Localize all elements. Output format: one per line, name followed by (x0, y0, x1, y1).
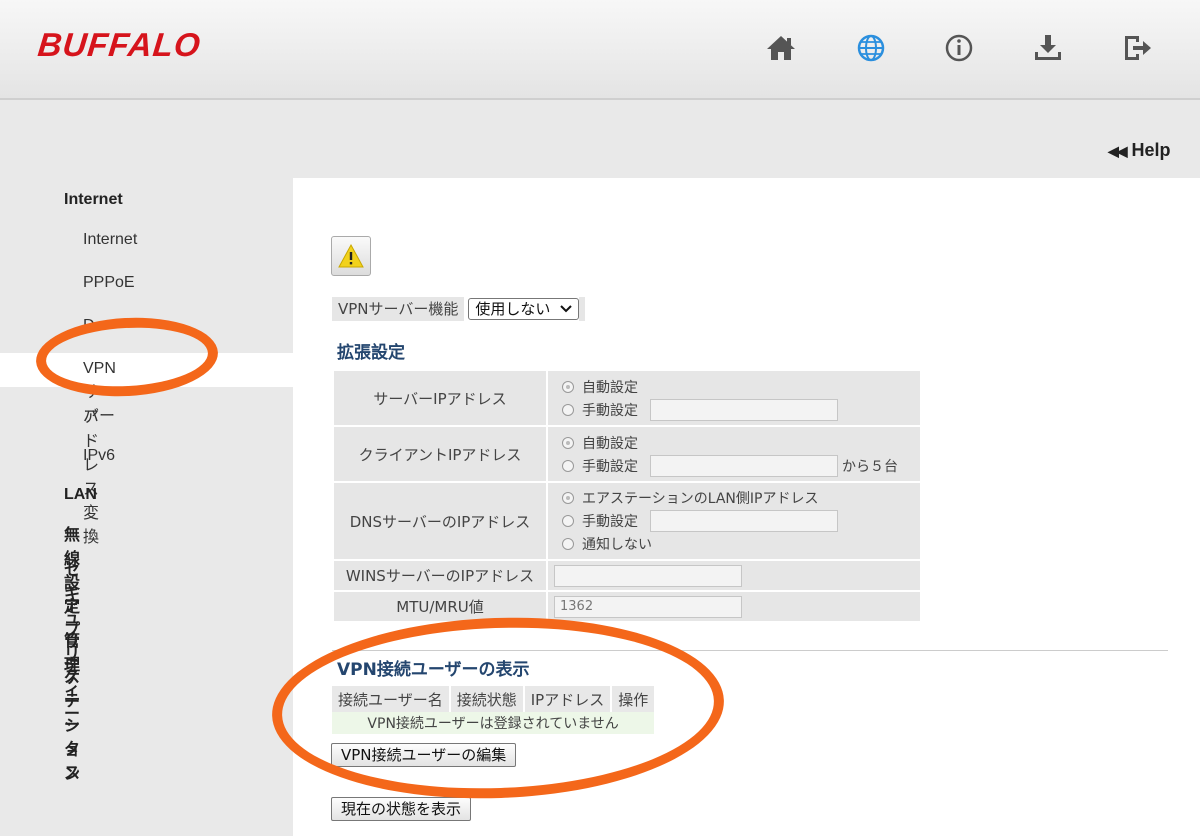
column-header-ip: IPアドレス (522, 686, 612, 712)
sidebar-category-status[interactable]: ステータス (64, 663, 80, 783)
client-ip-manual-label: 手動設定 (582, 458, 638, 475)
edit-vpn-users-button[interactable]: VPN接続ユーザーの編集 (331, 743, 517, 767)
dns-none-label: 通知しない (582, 537, 652, 553)
server-ip-input[interactable] (650, 398, 838, 421)
server-ip-label: サーバーIPアドレス (332, 369, 548, 427)
dns-server-options: エアステーションのLAN側IPアドレス 手動設定 通知しない (546, 481, 922, 561)
dns-manual-label: 手動設定 (582, 514, 638, 530)
vpn-function-pad (579, 297, 586, 321)
client-ip-label: クライアントIPアドレス (332, 425, 548, 483)
warning-button[interactable] (331, 236, 371, 276)
server-ip-auto-radio[interactable] (562, 380, 574, 393)
client-ip-auto-radio[interactable] (562, 436, 574, 449)
vpn-users-table: 接続ユーザー名 接続状態 IPアドレス 操作 VPN接続ユーザーは登録されていま… (332, 686, 655, 734)
sidebar-item-address-translation[interactable]: アドレス変換 (83, 403, 99, 547)
dns-manual-input[interactable] (650, 510, 838, 532)
vpn-users-title: VPN接続ユーザーの表示 (337, 660, 530, 680)
vpn-function-selected: 使用しない (475, 300, 551, 318)
wins-server-label: WINSサーバーのIPアドレス (332, 559, 548, 592)
dns-manual-radio[interactable] (562, 515, 574, 527)
double-left-arrow-icon: ◀◀ (1108, 143, 1127, 159)
mtu-mru-input[interactable]: 1362 (554, 595, 742, 618)
table-row: VPN接続ユーザーは登録されていません (332, 712, 655, 734)
warning-icon (338, 243, 364, 268)
client-ip-manual-radio[interactable] (562, 459, 574, 472)
sidebar-item-ipv6[interactable]: IPv6 (83, 447, 115, 465)
dns-server-label: DNSサーバーのIPアドレス (332, 481, 548, 561)
download-icon[interactable] (1030, 30, 1066, 66)
wins-server-input[interactable] (554, 564, 742, 587)
help-link[interactable]: ◀◀ Help (1108, 140, 1171, 161)
extended-settings-title: 拡張設定 (337, 343, 405, 363)
header: BUFFALO (0, 0, 1200, 100)
sidebar-item-pppoe[interactable]: PPPoE (83, 274, 135, 292)
client-ip-input[interactable] (650, 454, 838, 477)
server-ip-options: 自動設定 手動設定 (546, 369, 922, 427)
column-header-username: 接続ユーザー名 (332, 686, 450, 712)
dns-lan-ip-radio[interactable] (562, 492, 574, 504)
server-ip-manual-radio[interactable] (562, 403, 574, 416)
dns-none-radio[interactable] (562, 538, 574, 550)
table-header-row: 接続ユーザー名 接続状態 IPアドレス 操作 (332, 686, 655, 712)
wins-server-cell (546, 559, 922, 592)
vpn-function-label: VPNサーバー機能 (332, 297, 465, 321)
vpn-function-select[interactable]: 使用しない (468, 298, 580, 320)
column-header-action: 操作 (610, 686, 655, 712)
client-ip-count-suffix: から５台 (842, 458, 898, 475)
server-ip-manual-label: 手動設定 (582, 402, 638, 419)
sidebar-item-internet[interactable]: Internet (83, 231, 137, 249)
logout-icon[interactable] (1119, 30, 1155, 66)
sidebar-item-ddns[interactable]: D (83, 317, 95, 335)
sidebar-category-internet[interactable]: Internet (64, 191, 123, 209)
extended-settings-table: サーバーIPアドレス 自動設定 手動設定 クライアントIPアドレス 自動設定 手… (332, 369, 922, 623)
chevron-down-icon (560, 305, 573, 313)
section-divider (332, 650, 1168, 651)
sidebar-category-lan[interactable]: LAN (64, 486, 97, 504)
server-ip-auto-label: 自動設定 (582, 379, 638, 396)
home-icon[interactable] (763, 30, 799, 66)
client-ip-options: 自動設定 手動設定 から５台 (546, 425, 922, 483)
no-users-message: VPN接続ユーザーは登録されていません (332, 712, 655, 734)
dns-lan-ip-label: エアステーションのLAN側IPアドレス (582, 491, 819, 507)
column-header-status: 接続状態 (448, 686, 524, 712)
help-label: Help (1131, 140, 1171, 160)
sidebar-active-highlight (0, 353, 293, 387)
vpn-function-row: VPNサーバー機能 使用しない (332, 297, 586, 321)
info-icon[interactable] (941, 30, 977, 66)
globe-icon[interactable] (853, 30, 889, 66)
mtu-mru-label: MTU/MRU値 (332, 590, 548, 623)
client-ip-auto-label: 自動設定 (582, 435, 638, 452)
show-status-button[interactable]: 現在の状態を表示 (331, 797, 472, 821)
buffalo-logo: BUFFALO (36, 26, 203, 63)
mtu-mru-cell: 1362 (546, 590, 922, 623)
